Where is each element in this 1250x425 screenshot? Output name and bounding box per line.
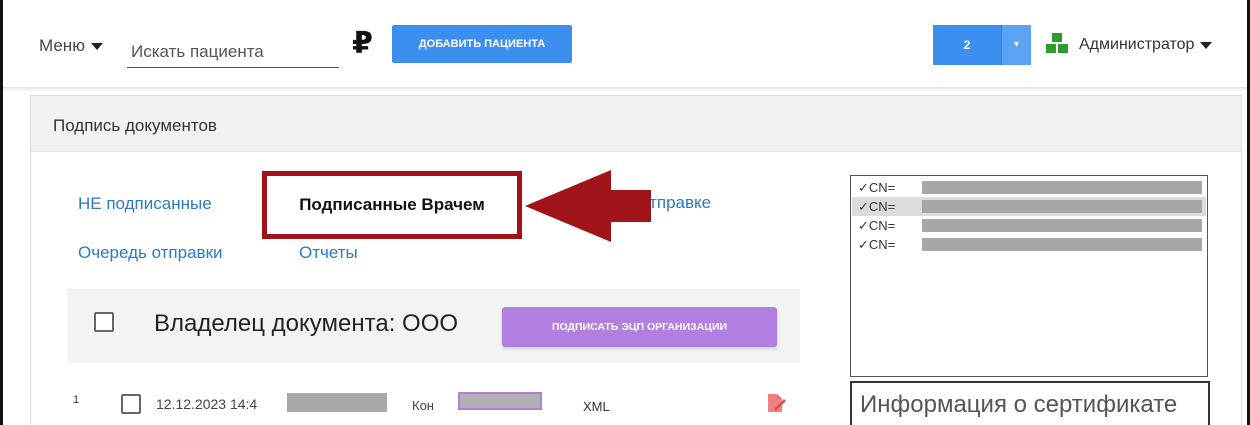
redacted-certificate-name (922, 200, 1202, 213)
select-all-checkbox[interactable] (94, 312, 114, 332)
chevron-down-icon (90, 42, 103, 50)
row-document-type: Кон (412, 398, 434, 413)
arrow-left-icon (525, 170, 651, 242)
chevron-down-icon (1200, 41, 1213, 49)
chevron-down-icon: ▾ (1013, 39, 1020, 50)
tab-send-queue[interactable]: Очередь отправки (78, 243, 223, 263)
redacted-document-badge (458, 392, 542, 410)
row-date: 12.12.2023 14:4 (156, 396, 258, 412)
counter-button[interactable]: 2 (933, 25, 1001, 65)
user-menu[interactable]: Администратор (1079, 36, 1213, 54)
ruble-icon[interactable]: ₽ (352, 26, 373, 61)
tab-signed-by-doctor[interactable]: Подписанные Врачем (262, 171, 522, 239)
redacted-certificate-name (922, 219, 1202, 232)
menu-button[interactable]: Меню (39, 36, 103, 56)
sign-organization-button[interactable]: ПОДПИСАТЬ ЭЦП ОРГАНИЗАЦИИ (502, 307, 777, 347)
certificate-label: ✓CN= (858, 218, 896, 233)
tab-unsigned[interactable]: НЕ подписанные (78, 194, 212, 214)
counter-dropdown-toggle[interactable]: ▾ (1001, 25, 1031, 65)
row-number: 1 (73, 394, 80, 406)
top-navbar: Меню ₽ ДОБАВИТЬ ПАЦИЕНТА 2 ▾ Администрат… (3, 0, 1247, 88)
certificate-item[interactable]: ✓CN= (852, 197, 1206, 216)
sign-document-icon[interactable] (765, 392, 787, 414)
certificate-item[interactable]: ✓CN= (852, 178, 1206, 197)
document-owner-title: Владелец документа: ООО (154, 310, 459, 337)
certificate-item[interactable]: ✓CN= (852, 216, 1206, 235)
certificate-label: ✓CN= (858, 199, 896, 214)
panel-title: Подпись документов (31, 96, 1241, 152)
users-group-icon (1046, 33, 1068, 53)
certificate-info-title: Информация о сертификате (850, 381, 1210, 425)
row-format: XML (583, 399, 610, 414)
redacted-certificate-name (922, 238, 1202, 251)
redacted-certificate-name (922, 181, 1202, 194)
menu-label: Меню (39, 36, 85, 55)
patient-search-input[interactable] (127, 28, 339, 68)
certificate-label: ✓CN= (858, 180, 896, 195)
certificate-label: ✓CN= (858, 237, 896, 252)
tab-reports[interactable]: Отчеты (299, 243, 358, 263)
counter-split-button: 2 ▾ (933, 25, 1031, 65)
certificate-list[interactable]: ✓CN= ✓CN= ✓CN= ✓CN= (850, 175, 1208, 377)
redacted-patient-name (287, 393, 387, 412)
row-checkbox[interactable] (121, 394, 141, 414)
user-name: Администратор (1079, 36, 1195, 53)
certificate-item[interactable]: ✓CN= (852, 235, 1206, 254)
add-patient-button[interactable]: ДОБАВИТЬ ПАЦИЕНТА (392, 25, 572, 63)
